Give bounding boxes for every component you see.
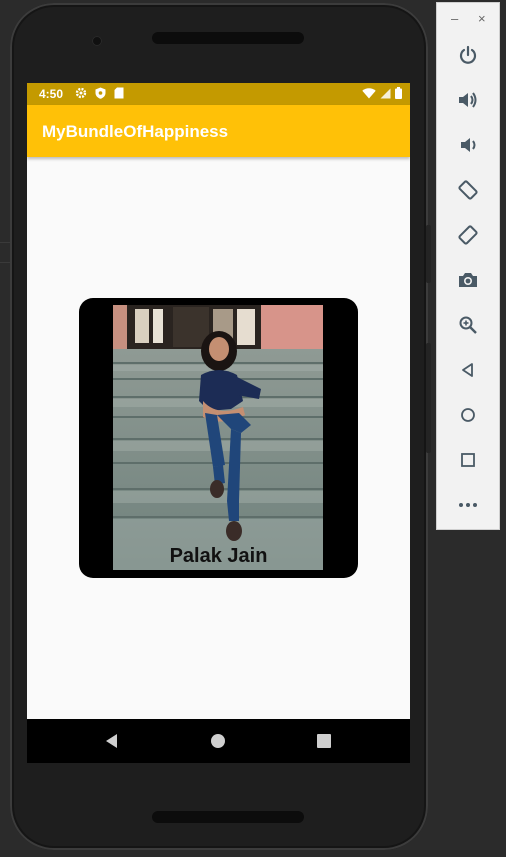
overview-icon[interactable] xyxy=(454,446,482,474)
more-icon[interactable] xyxy=(454,491,482,519)
power-icon[interactable] xyxy=(454,41,482,69)
shield-icon xyxy=(95,87,106,102)
top-speaker xyxy=(152,32,304,44)
signal-icon xyxy=(380,88,391,102)
sd-card-icon xyxy=(114,87,124,102)
camera-icon[interactable] xyxy=(454,266,482,294)
rotate-right-icon[interactable] xyxy=(454,221,482,249)
card-caption: Palak Jain xyxy=(169,545,268,567)
app-title: MyBundleOfHappiness xyxy=(42,122,229,141)
home-icon[interactable] xyxy=(208,731,228,751)
volume-up-icon[interactable] xyxy=(454,86,482,114)
close-button[interactable]: × xyxy=(478,11,486,26)
navigation-bar xyxy=(27,719,410,763)
side-button xyxy=(426,343,431,453)
app-bar: MyBundleOfHappiness xyxy=(27,105,410,157)
bottom-speaker xyxy=(152,811,304,823)
main-content: Palak Jain xyxy=(27,157,410,719)
volume-down-icon[interactable] xyxy=(454,131,482,159)
minimize-button[interactable]: – xyxy=(451,11,458,26)
emulator-toolbar: – × xyxy=(436,2,500,530)
recents-icon[interactable] xyxy=(314,731,334,751)
settings-icon xyxy=(75,87,87,102)
zoom-icon[interactable] xyxy=(454,311,482,339)
status-time: 4:50 xyxy=(39,87,64,101)
side-button xyxy=(426,225,431,283)
home-icon[interactable] xyxy=(454,401,482,429)
back-icon[interactable] xyxy=(454,356,482,384)
wifi-icon xyxy=(362,87,376,102)
profile-card: Palak Jain xyxy=(79,298,358,578)
profile-photo xyxy=(113,305,323,570)
back-icon[interactable] xyxy=(102,731,122,751)
photo-illustration xyxy=(113,305,323,570)
rotate-left-icon[interactable] xyxy=(454,176,482,204)
front-camera xyxy=(92,36,102,46)
status-bar: 4:50 xyxy=(27,83,410,105)
device-screen: 4:50 MyBundleOfHappiness Palak Jain xyxy=(27,83,410,763)
battery-icon xyxy=(395,87,402,102)
